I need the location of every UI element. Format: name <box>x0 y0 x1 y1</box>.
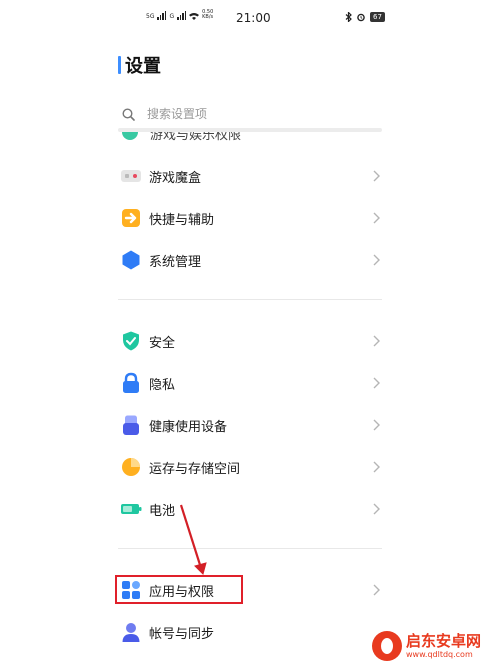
signal-label-2: G <box>169 13 175 20</box>
search-input[interactable] <box>145 106 349 122</box>
page-title: 设置 <box>118 52 161 78</box>
group-divider <box>118 548 382 549</box>
settings-item-label: 隐私 <box>149 377 176 393</box>
shortcut-icon <box>120 207 142 229</box>
signal-bars-icon <box>157 11 167 20</box>
settings-item-battery[interactable]: 电池 <box>118 489 382 529</box>
settings-item-label: 电池 <box>149 503 176 519</box>
chevron-right-icon <box>373 377 380 389</box>
battery-indicator: 67 <box>370 12 385 22</box>
settings-item-privacy[interactable]: 隐私 <box>118 363 382 403</box>
privacy-lock-icon <box>120 372 142 394</box>
system-management-icon <box>120 249 142 271</box>
watermark-logo-icon <box>372 631 402 661</box>
status-right: 67 <box>345 12 385 22</box>
watermark: 启东安卓网 www.qdltdq.com <box>372 626 500 666</box>
settings-item-apps-permissions[interactable]: 应用与权限 <box>118 570 382 610</box>
chevron-right-icon <box>373 461 380 473</box>
watermark-url: www.qdltdq.com <box>406 650 473 659</box>
settings-item-health-usage[interactable]: 健康使用设备 <box>118 405 382 445</box>
partial-item-icon <box>122 132 138 140</box>
status-bar: 5G G 0.50 KB/s 21:00 67 <box>0 6 500 30</box>
chevron-right-icon <box>373 212 380 224</box>
battery-icon <box>120 498 142 520</box>
chevron-right-icon <box>373 503 380 515</box>
partial-item-label: 游戏与娱乐权限 <box>150 132 242 142</box>
status-left: 5G G 0.50 KB/s <box>146 10 214 20</box>
chevron-right-icon <box>373 170 380 182</box>
settings-item-security[interactable]: 安全 <box>118 321 382 361</box>
storage-pie-icon <box>120 456 142 478</box>
settings-item-label: 运存与存储空间 <box>149 461 241 477</box>
settings-item-shortcut-assist[interactable]: 快捷与辅助 <box>118 198 382 238</box>
net-speed: 0.50 KB/s <box>202 9 214 20</box>
security-shield-icon <box>120 330 142 352</box>
settings-item-label: 游戏魔盒 <box>149 170 202 186</box>
account-sync-icon <box>120 621 142 643</box>
title-accent-bar <box>118 56 121 74</box>
signal-bars-2-icon <box>177 11 187 20</box>
bluetooth-icon <box>345 12 352 22</box>
group-divider <box>118 299 382 300</box>
settings-item-label: 健康使用设备 <box>149 419 228 435</box>
health-usage-icon <box>120 414 142 436</box>
settings-item-label: 快捷与辅助 <box>149 212 215 228</box>
page-title-text: 设置 <box>125 56 161 77</box>
watermark-name: 启东安卓网 <box>406 632 482 650</box>
chevron-right-icon <box>373 254 380 266</box>
apps-permissions-icon <box>120 579 142 601</box>
search-bar[interactable] <box>118 100 382 128</box>
settings-item-game-box[interactable]: 游戏魔盒 <box>118 156 382 196</box>
search-icon <box>122 107 135 121</box>
settings-item-storage[interactable]: 运存与存储空间 <box>118 447 382 487</box>
settings-item-label: 安全 <box>149 335 176 351</box>
status-time: 21:00 <box>236 11 271 25</box>
settings-item-label: 应用与权限 <box>149 584 215 600</box>
chevron-right-icon <box>373 419 380 431</box>
settings-item-system-management[interactable]: 系统管理 <box>118 240 382 280</box>
chevron-right-icon <box>373 584 380 596</box>
wifi-icon <box>189 13 200 20</box>
alarm-icon <box>357 13 365 22</box>
chevron-right-icon <box>373 335 380 347</box>
list-item-partial[interactable]: 游戏与娱乐权限 <box>118 132 382 142</box>
settings-item-label: 系统管理 <box>149 254 202 270</box>
settings-item-account-sync[interactable]: 帐号与同步 <box>118 612 382 652</box>
signal-label-1: 5G <box>146 13 155 20</box>
settings-item-label: 帐号与同步 <box>149 626 215 642</box>
game-box-icon <box>120 165 142 187</box>
